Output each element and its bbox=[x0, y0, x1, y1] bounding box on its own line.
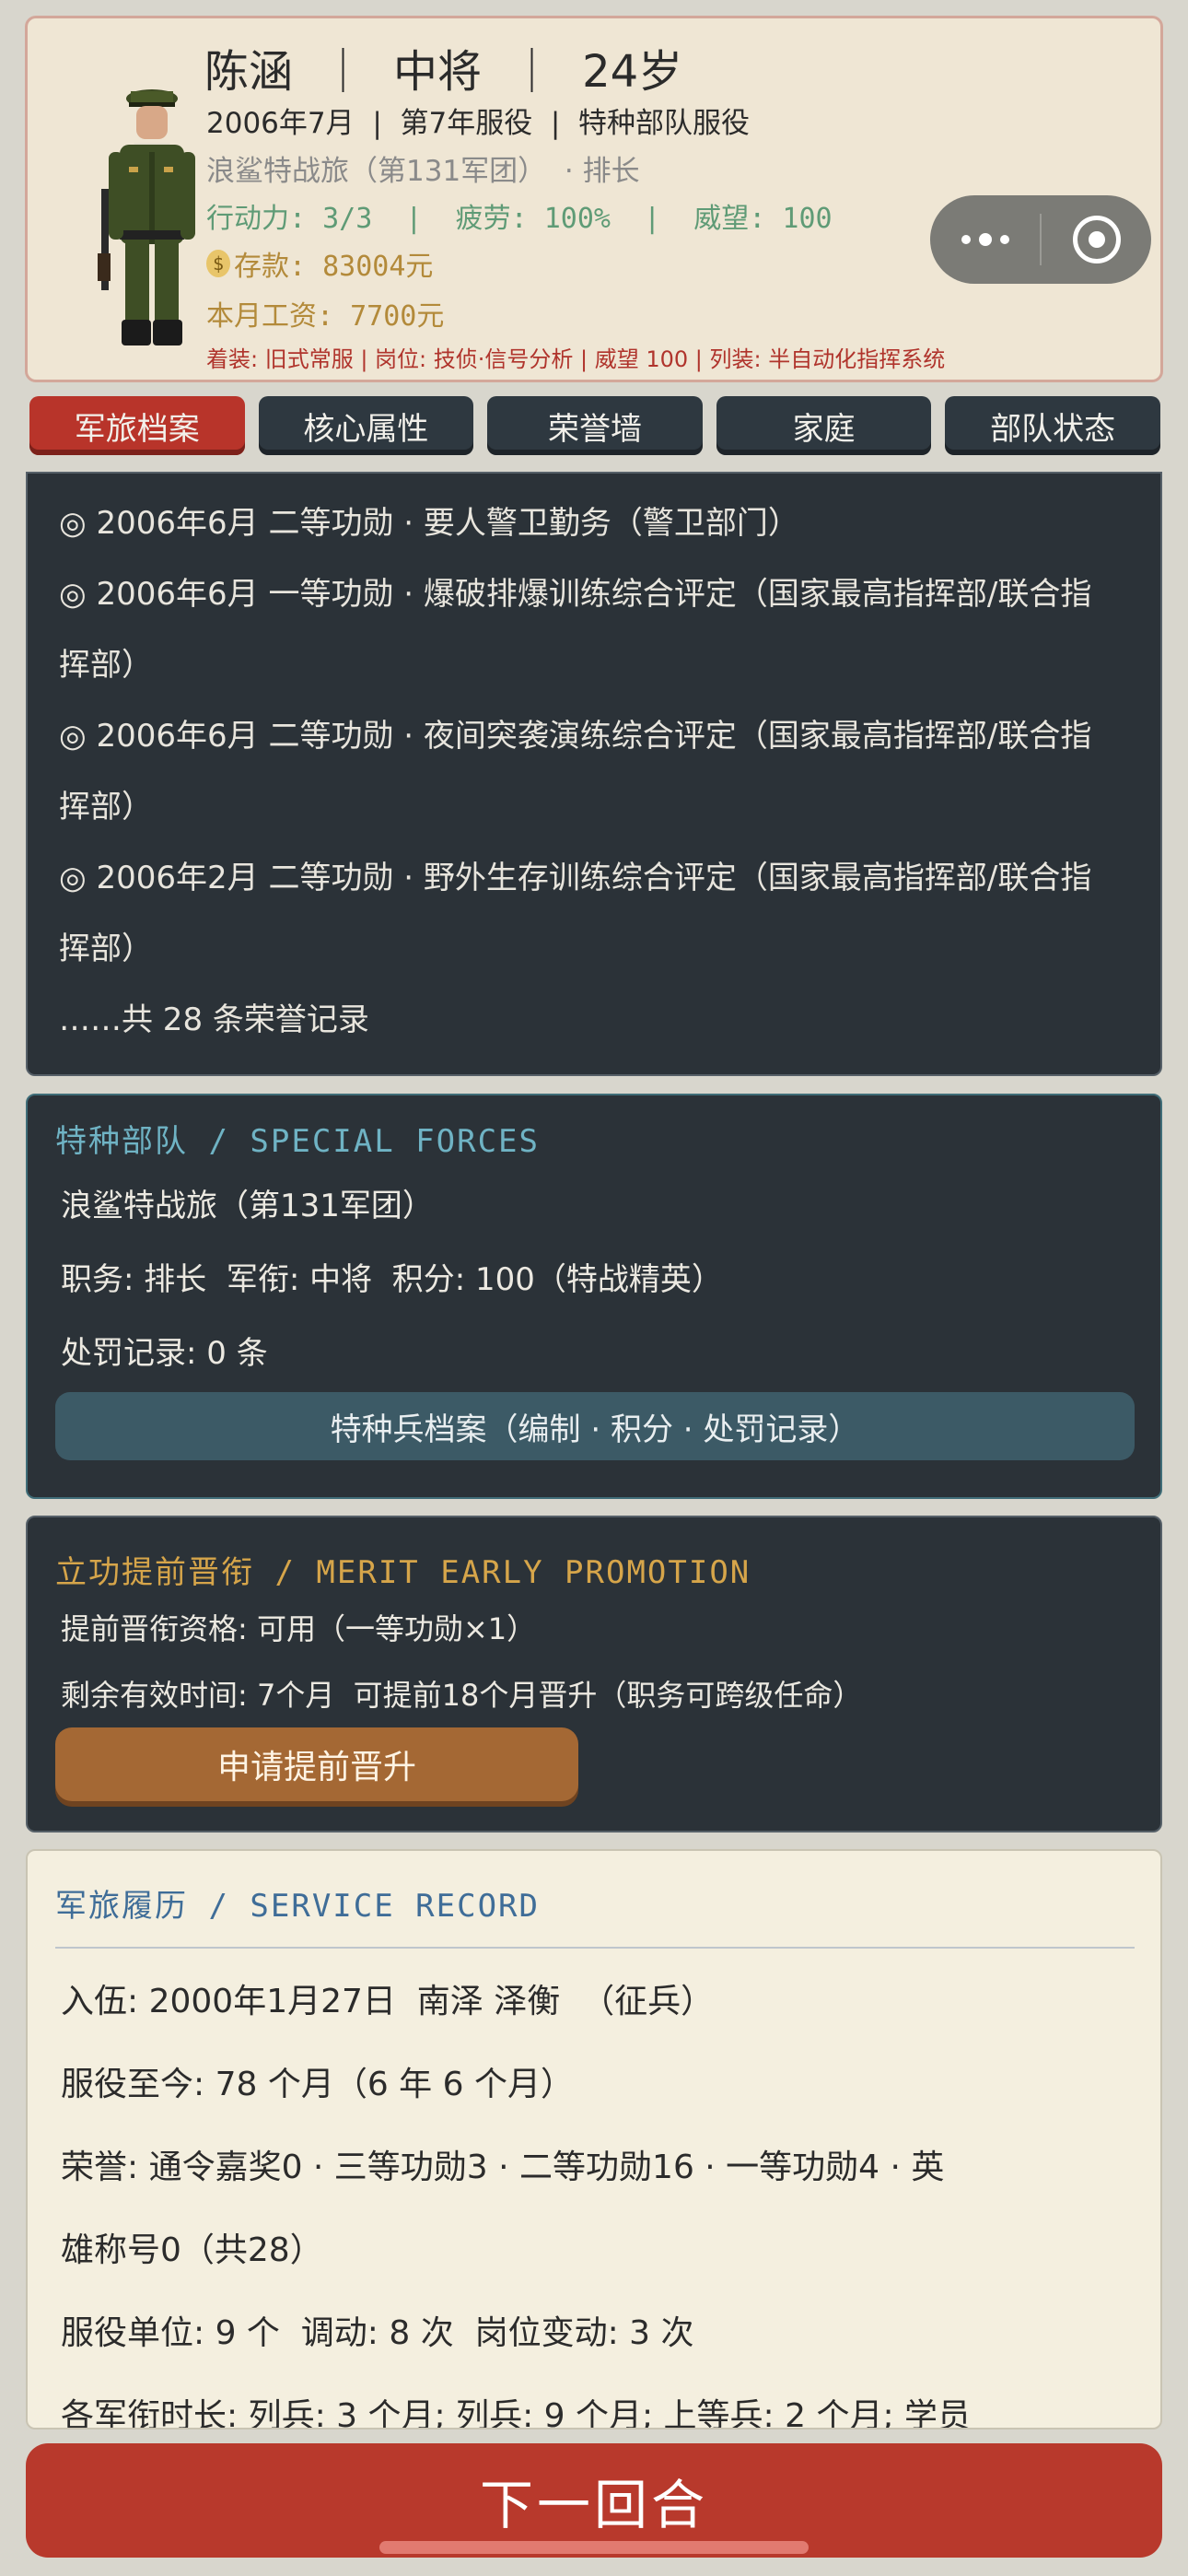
service-summary: 2006年7月 | 第7年服役 | 特种部队服役 bbox=[206, 107, 751, 140]
stats-line: 行动力: 3/3 | 疲劳: 100% | 威望: 100 bbox=[206, 203, 833, 235]
honor-count-more[interactable]: ……共 28 条荣誉记录 bbox=[59, 985, 1136, 1056]
merit-remaining: 剩余有效时间: 7个月 可提前18个月晋升（职务可跨级任命） bbox=[61, 1678, 863, 1713]
unit-position: 浪鲨特战旅（第131军团） · 排长 bbox=[206, 155, 640, 188]
more-menu-icon[interactable] bbox=[930, 195, 1040, 284]
name-rank-age: 陈涵 ｜ 中将 ｜ 24岁 bbox=[204, 46, 683, 98]
tab-service-archive[interactable]: 军旅档案 bbox=[29, 396, 245, 455]
record-enlist: 入伍: 2000年1月27日 南泽 泽衡 （征兵） bbox=[61, 1983, 715, 2020]
honor-item: ◎ 2006年6月 一等功勋 · 爆破排爆训练综合评定（国家最高指挥部/联合指 bbox=[59, 576, 1092, 613]
special-forces-title: 特种部队 / SPECIAL FORCES bbox=[55, 1123, 540, 1160]
merit-promotion-panel: 立功提前晋衔 / MERIT EARLY PROMOTION 提前晋衔资格: 可… bbox=[26, 1516, 1162, 1832]
coin-icon: $ bbox=[206, 250, 230, 277]
divider bbox=[55, 1947, 1135, 1949]
record-honors: 荣誉: 通令嘉奖0 · 三等功勋3 · 二等功勋16 · 一等功勋4 · 英 bbox=[61, 2149, 945, 2186]
merit-eligibility: 提前晋衔资格: 可用（一等功勋×1） bbox=[61, 1611, 537, 1646]
tab-family[interactable]: 家庭 bbox=[716, 396, 932, 455]
merit-title: 立功提前晋衔 / MERIT EARLY PROMOTION bbox=[55, 1554, 751, 1591]
savings-text: 存款: 83004元 bbox=[234, 251, 434, 283]
sf-unit: 浪鲨特战旅（第131军团） bbox=[61, 1188, 434, 1224]
record-rank-time: 各军衔时长: 列兵: 3 个月; 列兵: 9 个月; 上等兵: 2 个月; 学员 bbox=[61, 2397, 972, 2430]
apply-early-promotion-button[interactable]: 申请提前晋升 bbox=[55, 1727, 578, 1801]
honor-item-continuation: 挥部） bbox=[59, 647, 153, 684]
main-tabs: 军旅档案 核心属性 荣誉墙 家庭 部队状态 bbox=[29, 396, 1160, 455]
service-record-panel: 军旅履历 / SERVICE RECORD 入伍: 2000年1月27日 南泽 … bbox=[26, 1849, 1162, 2430]
savings-line: $ 存款: 83004元 bbox=[206, 243, 433, 284]
service-record-title: 军旅履历 / SERVICE RECORD bbox=[55, 1888, 540, 1925]
sf-position-line: 职务: 排长 军衔: 中将 积分: 100（特战精英） bbox=[61, 1261, 723, 1298]
special-forces-panel: 特种部队 / SPECIAL FORCES 浪鲨特战旅（第131军团） 职务: … bbox=[26, 1094, 1162, 1499]
equipment-line: 着装: 旧式常服 | 岗位: 技侦·信号分析 | 威望 100 | 列装: 半自… bbox=[206, 346, 946, 372]
honor-item: ◎ 2006年2月 二等功勋 · 野外生存训练综合评定（国家最高指挥部/联合指 bbox=[59, 860, 1092, 896]
honor-item: ◎ 2006年6月 二等功勋 · 夜间突袭演练综合评定（国家最高指挥部/联合指 bbox=[59, 718, 1092, 755]
tab-unit-status[interactable]: 部队状态 bbox=[945, 396, 1160, 455]
honor-list: ◎ 2006年6月 二等功勋 · 要人警卫勤务（警卫部门） ◎ 2006年6月 … bbox=[59, 488, 1136, 1056]
miniprogram-capsule bbox=[930, 195, 1151, 284]
close-miniprogram-icon[interactable] bbox=[1042, 195, 1151, 284]
soldier-avatar bbox=[98, 89, 195, 345]
honor-item: ◎ 2006年6月 二等功勋 · 要人警卫勤务（警卫部门） bbox=[59, 505, 799, 542]
tab-honor-wall[interactable]: 荣誉墙 bbox=[487, 396, 703, 455]
home-indicator[interactable] bbox=[379, 2541, 809, 2554]
record-honors-continuation: 雄称号0（共28） bbox=[61, 2231, 323, 2269]
honor-item-continuation: 挥部） bbox=[59, 931, 153, 967]
salary-line: 本月工资: 7700元 bbox=[206, 300, 445, 333]
record-duration: 服役至今: 78 个月（6 年 6 个月） bbox=[61, 2066, 574, 2103]
honor-item-continuation: 挥部） bbox=[59, 789, 153, 825]
sf-penalty: 处罚记录: 0 条 bbox=[61, 1335, 268, 1372]
record-units: 服役单位: 9 个 调动: 8 次 岗位变动: 3 次 bbox=[61, 2314, 694, 2352]
honor-panel: ◎ 2006年6月 二等功勋 · 要人警卫勤务（警卫部门） ◎ 2006年6月 … bbox=[26, 472, 1162, 1076]
special-forces-archive-button[interactable]: 特种兵档案（编制 · 积分 · 处罚记录） bbox=[55, 1392, 1135, 1460]
tab-core-attributes[interactable]: 核心属性 bbox=[258, 396, 474, 455]
